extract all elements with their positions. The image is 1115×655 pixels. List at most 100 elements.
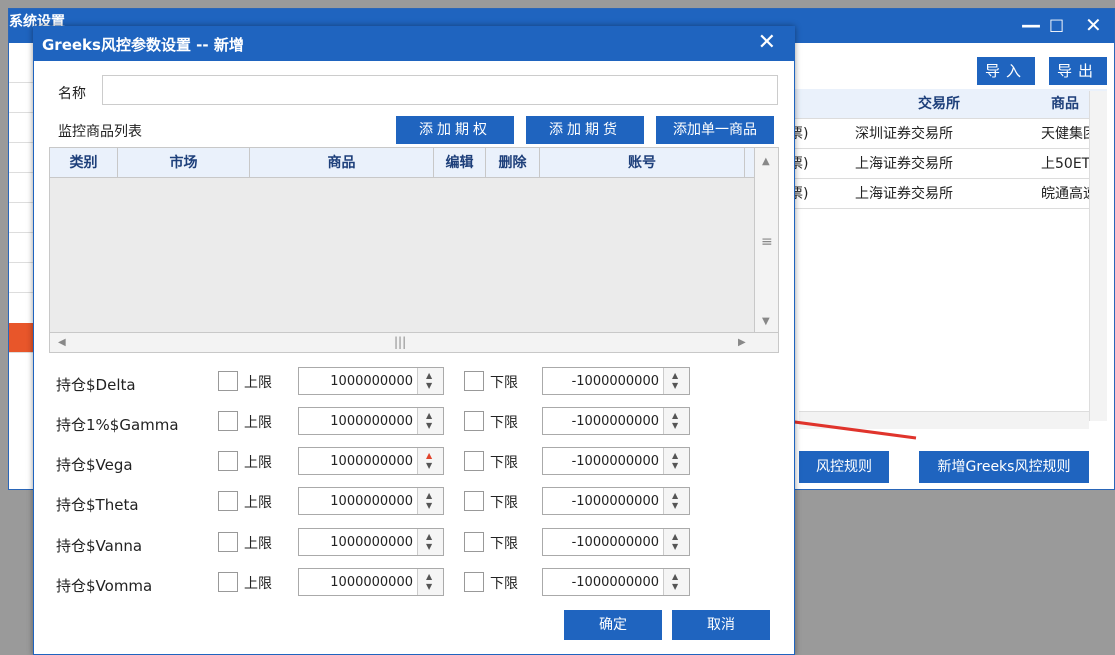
column-header-account[interactable]: 账号 — [540, 148, 745, 178]
upper-limit-checkbox[interactable] — [218, 451, 238, 471]
column-header-edit[interactable]: 编辑 — [434, 148, 486, 178]
risk-rule-button[interactable]: 风控规则 — [799, 451, 889, 483]
lower-limit-checkbox[interactable] — [464, 491, 484, 511]
spin-buttons[interactable]: ▲ ▼ — [663, 488, 689, 514]
close-icon[interactable]: ✕ — [758, 30, 776, 55]
spin-down-icon[interactable]: ▼ — [426, 543, 432, 551]
column-header-market[interactable]: 市场 — [118, 148, 250, 178]
list-item[interactable] — [9, 113, 33, 143]
list-item[interactable] — [9, 143, 33, 173]
close-icon[interactable]: ✕ — [1085, 13, 1102, 37]
spin-down-icon[interactable]: ▼ — [672, 583, 678, 591]
minimize-icon[interactable]: — — [1021, 13, 1041, 37]
lower-limit-spinbox[interactable]: -1000000000 ▲ ▼ — [542, 568, 690, 596]
background-vertical-scrollbar[interactable] — [1089, 91, 1107, 421]
cancel-button[interactable]: 取消 — [672, 610, 770, 640]
spin-down-icon[interactable]: ▼ — [426, 583, 432, 591]
lower-limit-spinbox[interactable]: -1000000000 ▲ ▼ — [542, 407, 690, 435]
list-item[interactable] — [9, 203, 33, 233]
column-header-category[interactable]: 类别 — [50, 148, 118, 178]
table-row[interactable]: 票) 上海证券交易所 皖通高速 — [789, 179, 1107, 209]
monitor-product-grid[interactable]: 类别 市场 商品 编辑 删除 账号 ▲ ≡ ▼ ◀ ||| ▶ — [49, 147, 779, 353]
export-button[interactable]: 导出 — [1049, 57, 1107, 85]
spin-down-icon[interactable]: ▼ — [672, 462, 678, 470]
spin-down-icon[interactable]: ▼ — [426, 462, 432, 470]
upper-limit-spinbox[interactable]: 1000000000 ▲ ▼ — [298, 407, 444, 435]
spin-up-icon[interactable]: ▲ — [672, 452, 678, 460]
add-future-button[interactable]: 添加期货 — [526, 116, 644, 144]
column-header-product[interactable]: 商品 — [250, 148, 434, 178]
list-item-selected[interactable] — [9, 323, 33, 353]
upper-limit-spinbox[interactable]: 1000000000 ▲ ▼ — [298, 528, 444, 556]
upper-limit-spinbox[interactable]: 1000000000 ▲ ▼ — [298, 487, 444, 515]
spin-up-icon[interactable]: ▲ — [672, 412, 678, 420]
lower-limit-spinbox[interactable]: -1000000000 ▲ ▼ — [542, 447, 690, 475]
scroll-up-icon[interactable]: ▲ — [762, 156, 770, 167]
lower-limit-checkbox[interactable] — [464, 451, 484, 471]
spin-buttons[interactable]: ▲ ▼ — [663, 408, 689, 434]
upper-limit-checkbox[interactable] — [218, 411, 238, 431]
grid-horizontal-scrollbar[interactable]: ◀ ||| ▶ — [50, 332, 778, 352]
spin-buttons[interactable]: ▲ ▼ — [663, 448, 689, 474]
spin-up-icon[interactable]: ▲ — [426, 492, 432, 500]
spin-up-icon[interactable]: ▲ — [426, 573, 432, 581]
list-item[interactable] — [9, 233, 33, 263]
spin-buttons[interactable]: ▲ ▼ — [417, 368, 443, 394]
lower-limit-spinbox[interactable]: -1000000000 ▲ ▼ — [542, 487, 690, 515]
spin-buttons[interactable]: ▲ ▼ — [663, 368, 689, 394]
spin-buttons[interactable]: ▲ ▼ — [663, 529, 689, 555]
grid-vertical-scrollbar[interactable]: ▲ ≡ ▼ — [754, 148, 778, 334]
spin-down-icon[interactable]: ▼ — [672, 543, 678, 551]
lower-limit-checkbox[interactable] — [464, 572, 484, 592]
upper-limit-checkbox[interactable] — [218, 572, 238, 592]
maximize-icon[interactable]: □ — [1049, 15, 1064, 34]
spin-down-icon[interactable]: ▼ — [672, 502, 678, 510]
spin-up-icon[interactable]: ▲ — [426, 372, 432, 380]
spin-up-icon[interactable]: ▲ — [426, 412, 432, 420]
spin-buttons[interactable]: ▲ ▼ — [417, 569, 443, 595]
spin-up-icon[interactable]: ▲ — [672, 492, 678, 500]
spin-buttons[interactable]: ▲ ▼ — [417, 408, 443, 434]
upper-limit-checkbox[interactable] — [218, 532, 238, 552]
scroll-grip-icon[interactable]: ||| — [394, 335, 406, 349]
upper-limit-spinbox[interactable]: 1000000000 ▲ ▼ — [298, 367, 444, 395]
list-item[interactable] — [9, 173, 33, 203]
scroll-left-icon[interactable]: ◀ — [58, 337, 66, 348]
list-item[interactable] — [9, 263, 33, 293]
spin-buttons[interactable]: ▲ ▼ — [663, 569, 689, 595]
spin-buttons[interactable]: ▲ ▼ — [417, 448, 443, 474]
spin-up-icon[interactable]: ▲ — [426, 452, 432, 460]
upper-limit-spinbox[interactable]: 1000000000 ▲ ▼ — [298, 568, 444, 596]
add-option-button[interactable]: 添加期权 — [396, 116, 514, 144]
lower-limit-spinbox[interactable]: -1000000000 ▲ ▼ — [542, 528, 690, 556]
upper-limit-checkbox[interactable] — [218, 491, 238, 511]
spin-up-icon[interactable]: ▲ — [672, 533, 678, 541]
list-item[interactable] — [9, 53, 33, 83]
lower-limit-checkbox[interactable] — [464, 532, 484, 552]
add-single-product-button[interactable]: 添加单一商品 — [656, 116, 774, 144]
spin-up-icon[interactable]: ▲ — [672, 372, 678, 380]
lower-limit-spinbox[interactable]: -1000000000 ▲ ▼ — [542, 367, 690, 395]
lower-limit-checkbox[interactable] — [464, 371, 484, 391]
list-item[interactable] — [9, 83, 33, 113]
lower-limit-checkbox[interactable] — [464, 411, 484, 431]
scroll-down-icon[interactable]: ▼ — [762, 316, 770, 327]
scroll-grip-icon[interactable]: ≡ — [761, 234, 773, 250]
name-input[interactable] — [102, 75, 778, 105]
table-row[interactable]: 票) 深圳证券交易所 天健集团 — [789, 119, 1107, 149]
spin-up-icon[interactable]: ▲ — [426, 533, 432, 541]
spin-down-icon[interactable]: ▼ — [672, 422, 678, 430]
spin-down-icon[interactable]: ▼ — [426, 502, 432, 510]
spin-down-icon[interactable]: ▼ — [426, 422, 432, 430]
table-row[interactable]: 票) 上海证券交易所 上50ETF — [789, 149, 1107, 179]
upper-limit-spinbox[interactable]: 1000000000 ▲ ▼ — [298, 447, 444, 475]
spin-buttons[interactable]: ▲ ▼ — [417, 488, 443, 514]
upper-limit-checkbox[interactable] — [218, 371, 238, 391]
ok-button[interactable]: 确定 — [564, 610, 662, 640]
import-button[interactable]: 导入 — [977, 57, 1035, 85]
new-greeks-rule-button[interactable]: 新增Greeks风控规则 — [919, 451, 1089, 483]
spin-up-icon[interactable]: ▲ — [672, 573, 678, 581]
column-header-delete[interactable]: 删除 — [486, 148, 540, 178]
spin-down-icon[interactable]: ▼ — [672, 382, 678, 390]
scroll-right-icon[interactable]: ▶ — [738, 337, 746, 348]
